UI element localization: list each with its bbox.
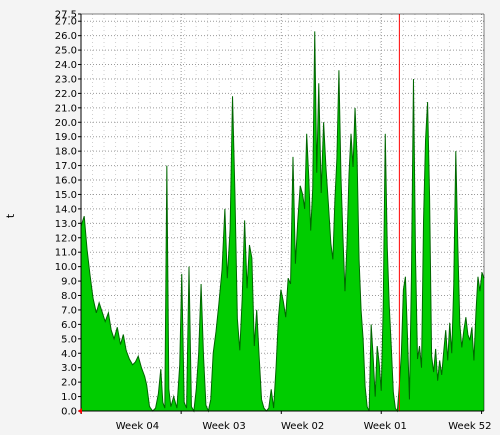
y-tick-label: 1.0 <box>61 392 77 403</box>
y-tick-label: 10.0 <box>55 262 77 273</box>
y-tick-label: 16.0 <box>55 176 77 187</box>
x-tick-label: Week 01 <box>364 421 407 432</box>
y-tick-label: 3.0 <box>61 363 77 374</box>
y-tick-label: 19.0 <box>55 132 77 143</box>
origin-arrow-icon <box>78 408 82 414</box>
y-tick-label: 23.0 <box>55 74 77 85</box>
y-tick-label: 8.0 <box>61 291 77 302</box>
y-tick-label: 4.0 <box>61 349 77 360</box>
y-tick-label: 5.0 <box>61 334 77 345</box>
x-tick-label: Week 52 <box>448 421 491 432</box>
y-tick-label: 6.0 <box>61 320 77 331</box>
y-tick-label: 17.0 <box>55 161 77 172</box>
y-tick-label: 7.0 <box>61 305 77 316</box>
y-tick-label: 13.0 <box>55 219 77 230</box>
y-axis-title: t <box>4 213 17 218</box>
chart-frame: 0.0 1.0 2.0 3.0 4.0 5.0 6.0 7.0 8.0 9.0 10.0 11.0 12… <box>0 0 500 435</box>
y-tick-label: 21.0 <box>55 103 77 114</box>
x-tick-label: Week 02 <box>281 421 324 432</box>
y-tick-label: 22.0 <box>55 89 77 100</box>
y-tick-label: 14.0 <box>55 204 77 215</box>
y-tick-label: 12.0 <box>55 233 77 244</box>
y-tick-label: 26.0 <box>55 31 77 42</box>
x-tick-label: Week 04 <box>116 421 159 432</box>
y-tick-label: 9.0 <box>61 277 77 288</box>
x-tick-label: Week 03 <box>202 421 245 432</box>
y-tick-label: 24.0 <box>55 60 77 71</box>
y-tick-label: 0.0 <box>61 407 77 418</box>
y-tick-label: 18.0 <box>55 147 77 158</box>
y-tick-label: 20.0 <box>55 118 77 129</box>
y-tick-label: 15.0 <box>55 190 77 201</box>
y-tick-label: 27.5 <box>55 10 77 21</box>
y-tick-label: 11.0 <box>55 248 77 259</box>
y-tick-label: 2.0 <box>61 378 77 389</box>
chart-svg: 0.0 1.0 2.0 3.0 4.0 5.0 6.0 7.0 8.0 9.0 10.0 11.0 12… <box>4 10 492 433</box>
y-tick-label: 25.0 <box>55 46 77 57</box>
